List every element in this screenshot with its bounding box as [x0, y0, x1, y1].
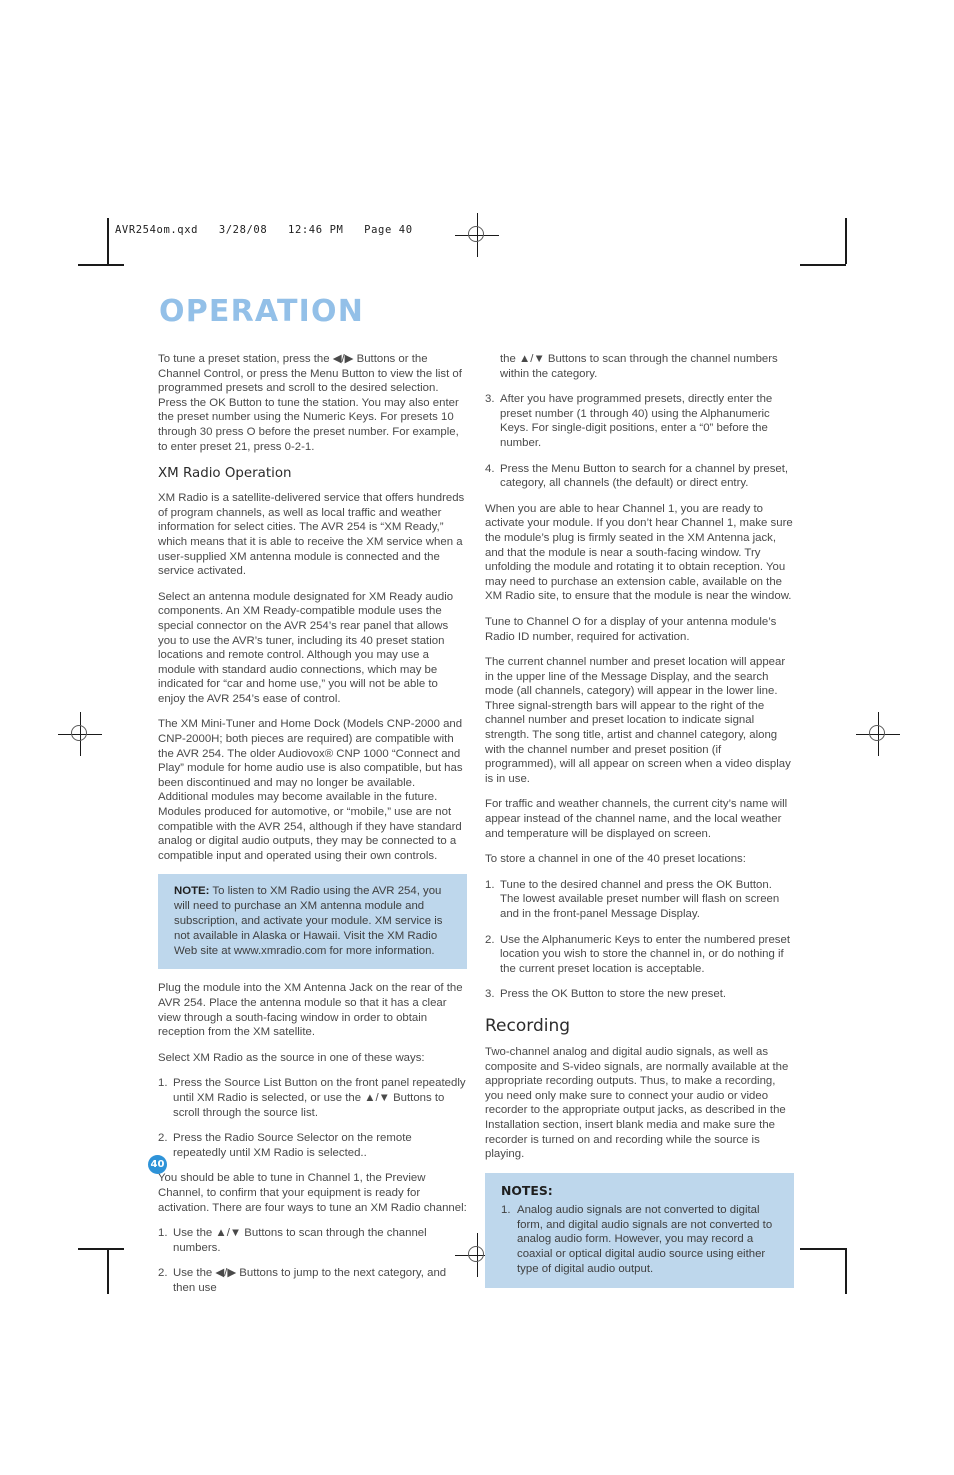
right-paragraph-2: Tune to Channel O for a display of your …	[485, 615, 777, 643]
list-number: 1.	[158, 1077, 168, 1090]
continued-paragraph: the ▲/▼ Buttons to scan through the chan…	[500, 353, 778, 380]
xm-paragraph-1: XM Radio is a satellite-delivered servic…	[158, 492, 465, 578]
registration-mark-left	[58, 712, 102, 756]
crop-mark-bottom-right-h	[800, 1248, 846, 1250]
note-box-paragraph: NOTE: To listen to XM Radio using the AV…	[174, 884, 454, 958]
list-number: 3.	[485, 988, 495, 1001]
right-paragraph-4: For traffic and weather channels, the cu…	[485, 798, 788, 840]
list-number: 2.	[158, 1267, 168, 1280]
list-text: Press the Menu Button to search for a ch…	[500, 462, 789, 490]
list-text: Press the Radio Source Selector on the r…	[173, 1132, 412, 1159]
select-source-intro: Select XM Radio as the source in one of …	[158, 1051, 425, 1064]
list-item: 1. Analog audio signals are not converted…	[501, 1203, 781, 1277]
list-item: 1. Tune to the desired channel and press …	[485, 878, 794, 922]
list-item: 1. Press the Source List Button on the fr…	[158, 1076, 467, 1120]
list-item: 4. Press the Menu Button to search for a …	[485, 462, 794, 491]
intro-paragraph: To tune a preset station, press the ◀/▶ …	[158, 353, 462, 453]
tune-ways-list-continued: 3. After you have programmed presets, dir…	[485, 392, 794, 491]
list-text: Press the OK Button to store the new pre…	[500, 988, 727, 1001]
file-header-text: AVR254om.qxd 3/28/08 12:46 PM Page 40	[115, 224, 413, 236]
list-text: Use the ◀/▶ Buttons to jump to the next …	[173, 1267, 447, 1294]
recording-heading: Recording	[485, 1015, 571, 1036]
crop-mark-top-left-v	[107, 218, 109, 264]
xm-paragraph-3: The XM Mini-Tuner and Home Dock (Models …	[158, 718, 463, 862]
registration-mark-top	[455, 213, 499, 257]
list-item: 3. After you have programmed presets, dir…	[485, 392, 794, 450]
registration-mark-circle	[869, 725, 885, 741]
crop-mark-bottom-right-v	[845, 1248, 847, 1294]
left-column: To tune a preset station, press the ◀/▶ …	[158, 352, 467, 1306]
registration-mark-circle	[71, 725, 87, 741]
xm-paragraph-4: Plug the module into the XM Antenna Jack…	[158, 982, 463, 1039]
list-text: Use the ▲/▼ Buttons to scan through the …	[173, 1227, 427, 1254]
list-number: 3.	[485, 393, 495, 406]
xm-radio-operation-heading: XM Radio Operation	[158, 466, 292, 482]
crop-mark-bottom-left-h	[78, 1248, 124, 1250]
select-source-list: 1. Press the Source List Button on the fr…	[158, 1076, 467, 1160]
note-label: NOTE:	[174, 885, 210, 898]
right-paragraph-1: When you are able to hear Channel 1, you…	[485, 502, 793, 603]
note-box-xm: NOTE: To listen to XM Radio using the AV…	[158, 874, 467, 970]
list-text: Use the Alphanumeric Keys to enter the n…	[500, 933, 790, 975]
list-item: 2. Use the Alphanumeric Keys to enter the…	[485, 933, 794, 977]
notes-list: 1. Analog audio signals are not converted…	[501, 1203, 781, 1277]
list-item: 1. Use the ▲/▼ Buttons to scan through th…	[158, 1226, 467, 1255]
tune-ways-list: 1. Use the ▲/▼ Buttons to scan through th…	[158, 1226, 467, 1295]
right-paragraph-3: The current channel number and preset lo…	[485, 656, 791, 785]
list-number: 4.	[485, 462, 495, 475]
recording-paragraph: Two-channel analog and digital audio sig…	[485, 1045, 789, 1161]
list-item: 2. Use the ◀/▶ Buttons to jump to the nex…	[158, 1266, 467, 1295]
list-item: 3. Press the OK Button to store the new p…	[485, 987, 794, 1002]
list-number: 2.	[485, 933, 495, 946]
list-number: 1.	[158, 1227, 168, 1240]
registration-mark-circle	[468, 1246, 484, 1262]
crop-mark-top-left-h	[78, 264, 124, 266]
list-text: Press the Source List Button on the fron…	[173, 1077, 466, 1119]
list-number: 1.	[501, 1203, 511, 1216]
list-text: After you have programmed presets, direc…	[500, 393, 773, 449]
note-text: To listen to XM Radio using the AVR 254,…	[174, 885, 443, 957]
list-item: 2. Press the Radio Source Selector on the…	[158, 1131, 467, 1160]
registration-mark-right	[856, 712, 900, 756]
page-title: OPERATION	[159, 294, 365, 329]
list-number: 2.	[158, 1132, 168, 1145]
notes-title: NOTES:	[501, 1182, 553, 1198]
list-text: Tune to the desired channel and press th…	[500, 878, 780, 920]
crop-mark-top-right-v	[845, 218, 847, 264]
page-number-badge: 40	[148, 1155, 167, 1174]
crop-mark-bottom-left-v	[107, 1248, 109, 1294]
registration-mark-circle	[468, 226, 484, 242]
list-number: 1.	[485, 878, 495, 891]
tune-intro-paragraph: You should be able to tune in Channel 1,…	[158, 1172, 467, 1214]
list-text: Analog audio signals are not converted t…	[517, 1203, 773, 1275]
xm-paragraph-2: Select an antenna module designated for …	[158, 590, 454, 705]
store-channel-list: 1. Tune to the desired channel and press …	[485, 878, 794, 1002]
right-column: the ▲/▼ Buttons to scan through the chan…	[485, 352, 794, 1300]
notes-box-recording: NOTES: 1. Analog audio signals are not co…	[485, 1172, 794, 1288]
crop-mark-top-right-h	[800, 264, 846, 266]
store-channel-intro: To store a channel in one of the 40 pres…	[485, 853, 746, 866]
